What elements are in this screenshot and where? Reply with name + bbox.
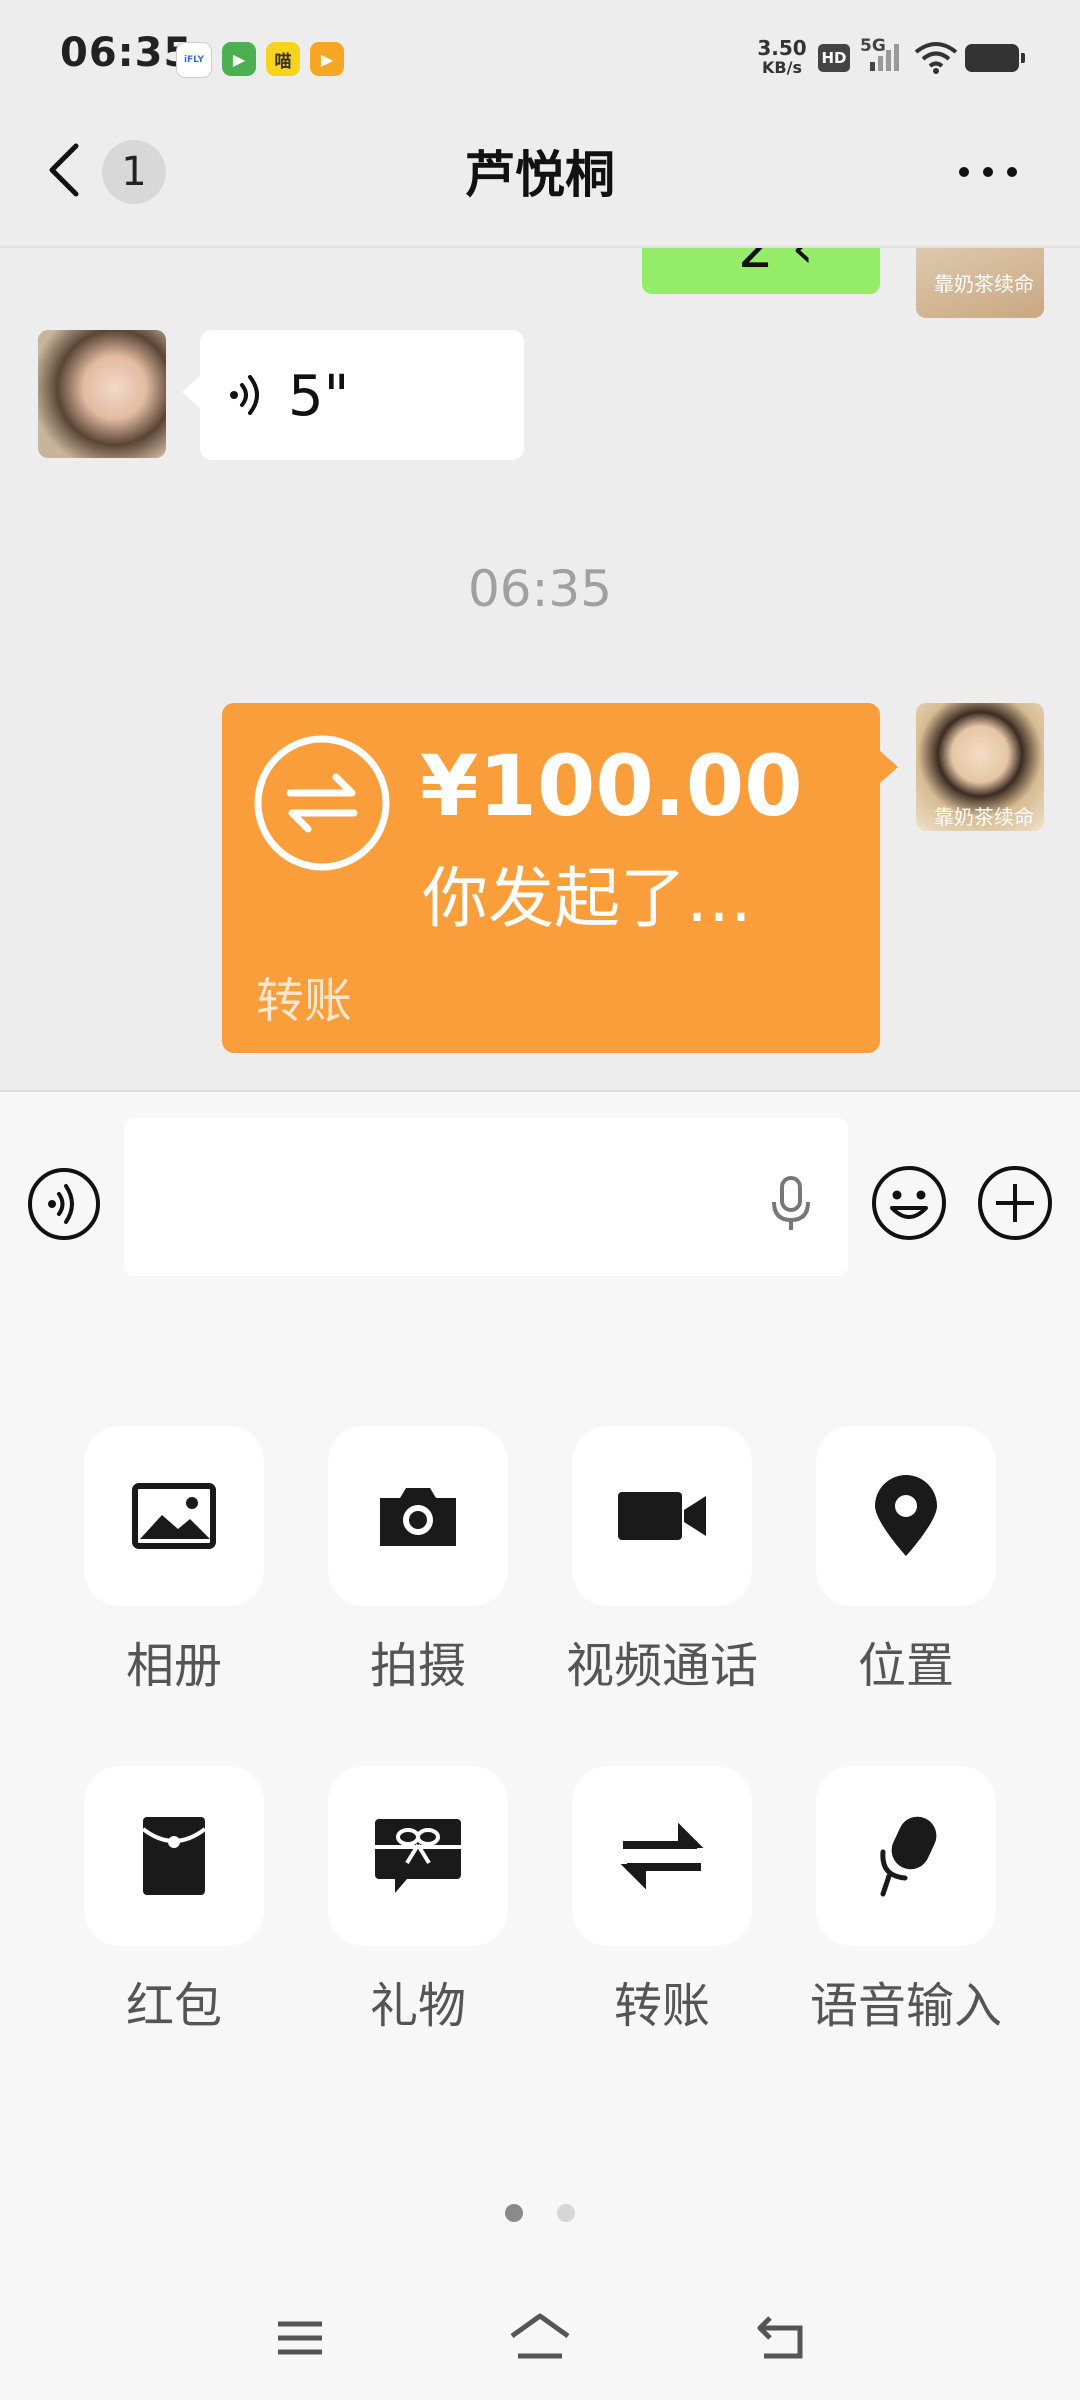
red-packet-label: 红包 <box>125 1978 222 2034</box>
album-label: 相册 <box>125 1638 222 1694</box>
message-input[interactable] <box>124 1118 848 1276</box>
more-actions-panel: 相册 拍摄 视频通话 位置 红包 礼物 转账 语音输入 <box>0 1306 1080 2400</box>
transfer-icon <box>620 1823 704 1889</box>
action-red-packet[interactable] <box>84 1766 264 1946</box>
home-icon[interactable] <box>508 2312 572 2362</box>
chat-message-list[interactable]: 2 ‹ 靠奶茶续命 5" 06:35 ¥100.00 你发起了… 转账 靠奶茶续… <box>0 248 1080 1090</box>
yellow-app-icon: 喵 <box>266 42 300 76</box>
voice-duration: 5" <box>288 364 350 429</box>
album-tile[interactable] <box>84 1426 264 1606</box>
transfer-label: 转账 <box>256 973 353 1029</box>
voice-input-icon <box>880 1816 937 1897</box>
gift-label: 礼物 <box>369 1978 466 2034</box>
transfer-arrows-icon <box>254 735 390 871</box>
page-dot-active[interactable] <box>505 2204 523 2222</box>
voice-mode-toggle-icon[interactable] <box>26 1166 102 1242</box>
wifi-icon <box>914 42 958 74</box>
microphone-icon[interactable] <box>766 1174 816 1234</box>
status-time: 06:35 <box>60 30 193 76</box>
red-packet-tile[interactable] <box>84 1766 264 1946</box>
action-voice-input[interactable] <box>816 1766 996 1946</box>
gift-icon <box>375 1819 461 1893</box>
transfer-label-panel: 转账 <box>613 1978 710 2034</box>
video-call-icon <box>618 1492 706 1540</box>
unread-count-badge[interactable]: 1 <box>102 140 166 204</box>
transfer-card[interactable]: ¥100.00 你发起了… 转账 <box>222 703 898 1053</box>
location-pin-icon <box>875 1475 937 1556</box>
location-tile[interactable] <box>816 1426 996 1606</box>
action-location[interactable] <box>816 1426 996 1606</box>
back-icon[interactable] <box>756 2312 808 2362</box>
red-packet-icon <box>141 1817 207 1895</box>
battery-icon <box>965 44 1025 72</box>
voice-input-tile[interactable] <box>816 1766 996 1946</box>
action-transfer[interactable] <box>572 1766 752 1946</box>
system-nav-bar <box>0 2280 1080 2400</box>
action-video-call[interactable] <box>572 1426 752 1606</box>
action-gift[interactable] <box>328 1766 508 1946</box>
contact-avatar[interactable] <box>38 330 166 458</box>
camera-tile[interactable] <box>328 1426 508 1606</box>
status-bar: 06:35 iFLY ▶ 喵 ▶ 3.50 KB/s HD 5G <box>0 0 1080 115</box>
action-camera[interactable] <box>328 1426 508 1606</box>
gift-tile[interactable] <box>328 1766 508 1946</box>
network-speed-unit: KB/s <box>762 58 802 77</box>
plus-icon[interactable] <box>976 1164 1054 1242</box>
camera-label: 拍摄 <box>369 1638 466 1694</box>
chevron-left-icon[interactable] <box>40 140 96 200</box>
transfer-tile[interactable] <box>572 1766 752 1946</box>
time-divider: 06:35 <box>467 560 613 618</box>
my-avatar[interactable]: 靠奶茶续命 <box>916 703 1044 831</box>
menu-icon[interactable] <box>276 2318 324 2358</box>
camera-icon <box>380 1488 456 1546</box>
transfer-status: 你发起了… <box>422 860 752 937</box>
video-call-label: 视频通话 <box>565 1638 758 1694</box>
sent-message-bubble[interactable]: 2 ‹ <box>642 248 880 294</box>
input-bar <box>0 1090 1080 1308</box>
voice-input-label: 语音输入 <box>809 1978 1002 2034</box>
photo-album-icon <box>132 1483 216 1549</box>
avatar-caption: 靠奶茶续命 <box>934 272 1034 296</box>
location-label: 位置 <box>857 1638 954 1694</box>
iflytek-app-icon: iFLY <box>176 42 212 78</box>
video-call-tile[interactable] <box>572 1426 752 1606</box>
transfer-amount: ¥100.00 <box>420 737 803 835</box>
avatar-caption: 靠奶茶续命 <box>934 805 1034 829</box>
video-app-icon: ▶ <box>222 42 256 76</box>
action-album[interactable] <box>84 1426 264 1606</box>
page-dot[interactable] <box>557 2204 575 2222</box>
hd-badge: HD <box>818 44 850 72</box>
my-avatar[interactable]: 靠奶茶续命 <box>916 248 1044 318</box>
emoji-icon[interactable] <box>870 1164 948 1242</box>
network-speed-value: 3.50 <box>757 36 807 60</box>
voice-message-bubble[interactable]: 5" <box>182 330 524 460</box>
player-app-icon: ▶ <box>310 42 344 76</box>
voice-wave-icon <box>230 375 259 415</box>
network-speed: 3.50 KB/s <box>754 38 810 78</box>
more-dots-icon[interactable] <box>952 150 1024 194</box>
